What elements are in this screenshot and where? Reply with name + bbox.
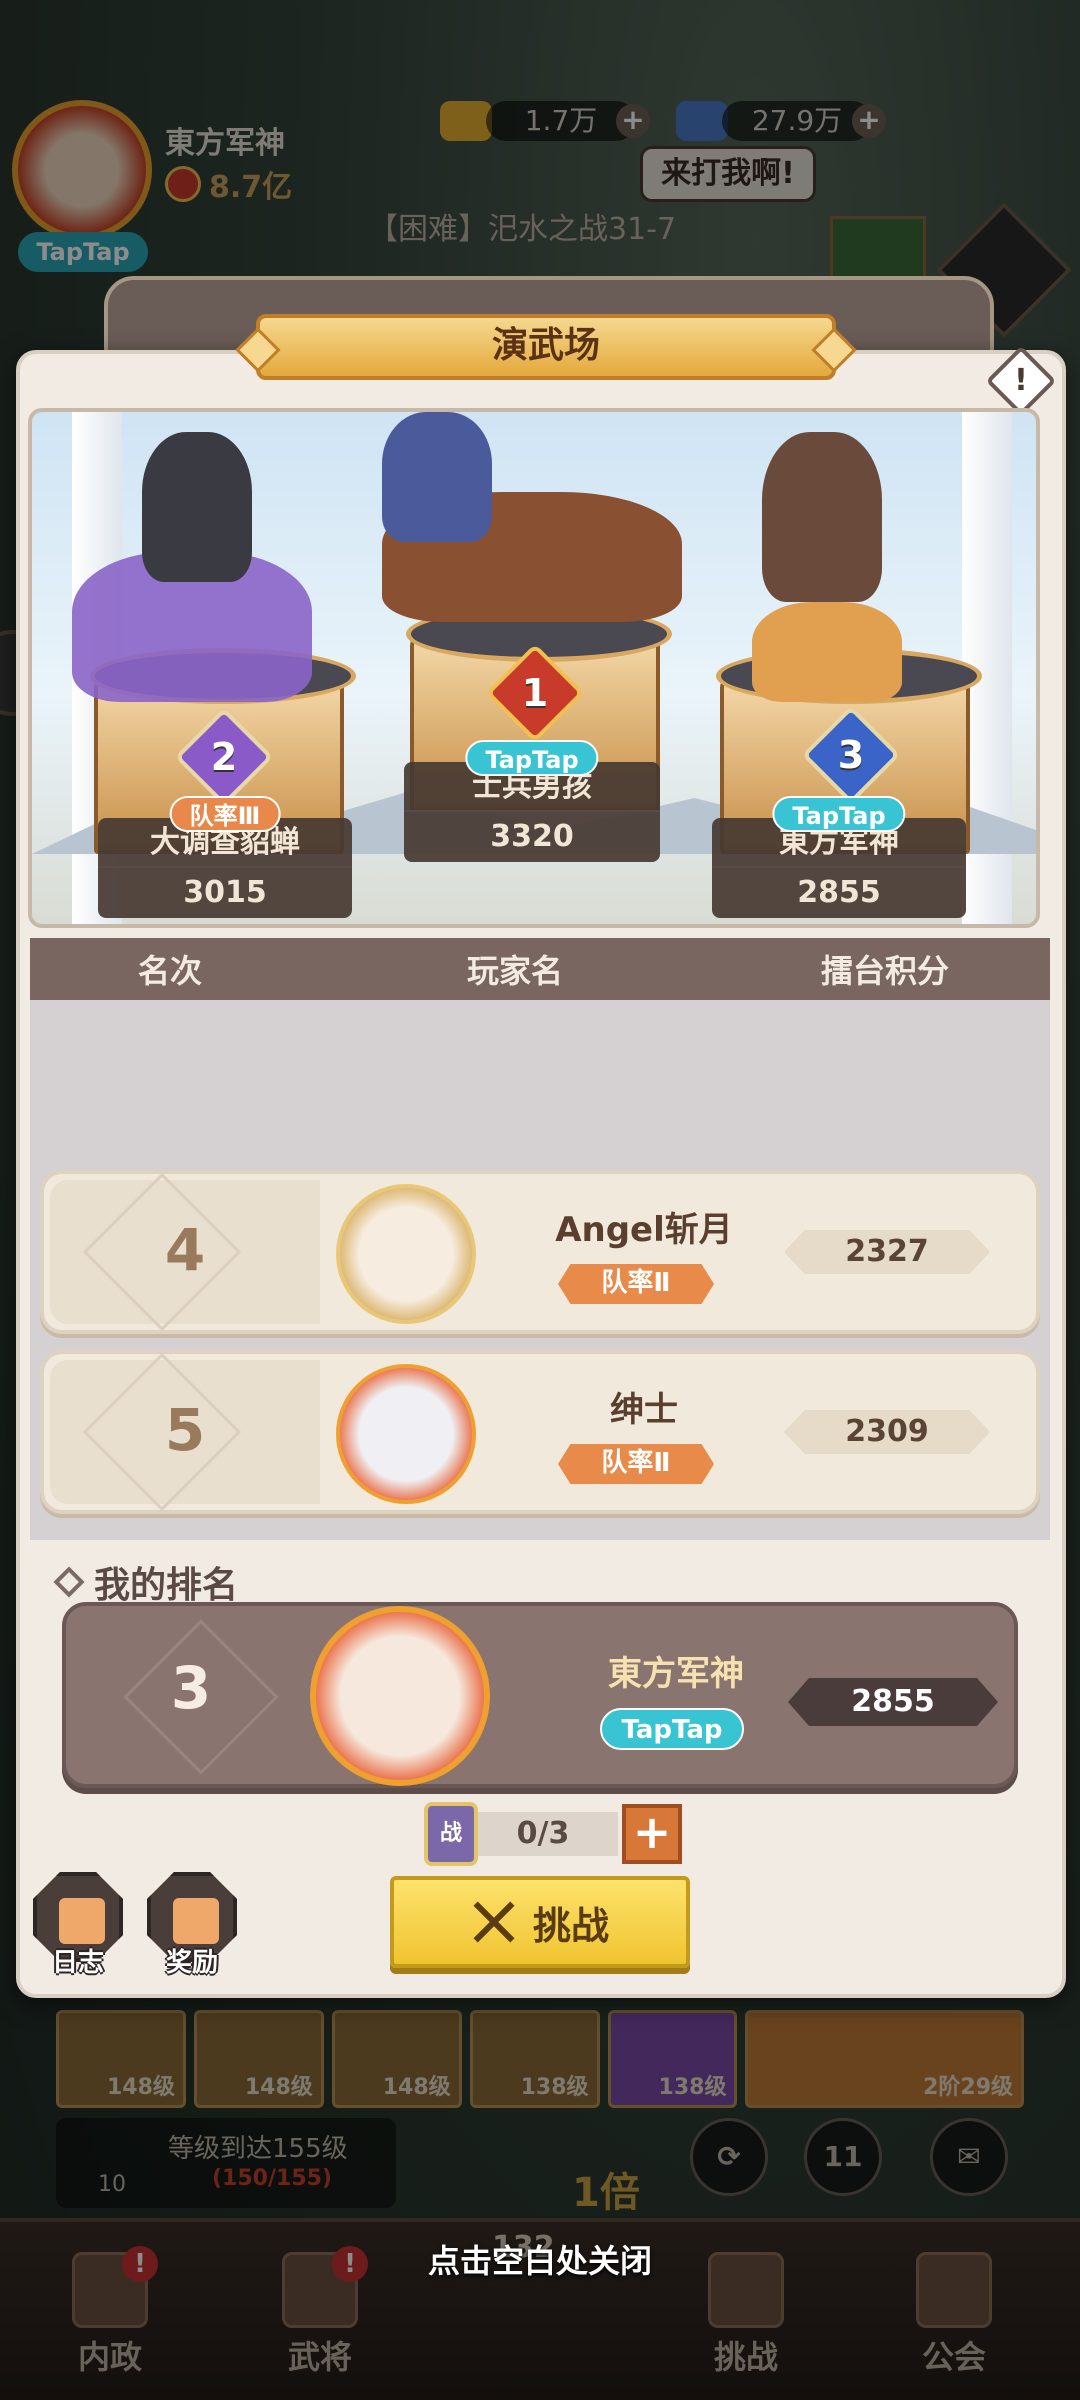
header-rank: 名次 bbox=[137, 952, 202, 990]
ranking-table-header: 名次 玩家名 擂台积分 bbox=[30, 938, 1050, 1000]
hamster-mount-sprite bbox=[752, 602, 902, 702]
podium-plate-3[interactable]: TapTap 東方军神 2855 bbox=[712, 796, 966, 918]
my-player-name: 東方军神 bbox=[608, 1654, 744, 1694]
row-player-name: 绅士 bbox=[610, 1390, 678, 1430]
row-rank: 4 bbox=[164, 1216, 206, 1284]
team-rank-tag: 队率Ⅱ bbox=[558, 1444, 714, 1484]
row-score: 2309 bbox=[784, 1410, 990, 1454]
hero-sprite bbox=[142, 432, 252, 582]
podium-plate-2[interactable]: 队率Ⅲ 大调查貂蝉 3015 bbox=[98, 796, 352, 918]
reward-button[interactable]: 奖励 bbox=[144, 1872, 240, 1979]
podium-score: 3015 bbox=[183, 875, 267, 910]
row-rank: 5 bbox=[164, 1396, 206, 1464]
team-rank-tag: 队率Ⅱ bbox=[558, 1264, 714, 1304]
podium-plate-1[interactable]: TapTap 士兵男孩 3320 bbox=[404, 740, 660, 862]
log-button[interactable]: 日志 bbox=[30, 1872, 126, 1979]
taptap-tag: TapTap bbox=[600, 1708, 744, 1750]
header-score: 擂台积分 bbox=[820, 952, 949, 990]
taptap-tag: TapTap bbox=[772, 796, 906, 832]
diamond-icon bbox=[53, 1566, 85, 1598]
battle-token-icon: 战 bbox=[424, 1802, 478, 1866]
player-avatar[interactable] bbox=[336, 1184, 476, 1324]
crossed-swords-icon bbox=[471, 1900, 515, 1944]
log-label: 日志 bbox=[51, 1948, 104, 1978]
row-player-name: Angel斩月 bbox=[555, 1210, 733, 1250]
dialog-title: 演武场 bbox=[256, 314, 836, 380]
close-hint: 点击空白处关闭 bbox=[427, 2242, 652, 2280]
attempt-count: 0/3 bbox=[468, 1812, 618, 1856]
team-rank-tag: 队率Ⅲ bbox=[169, 796, 281, 832]
ranking-row[interactable]: 5 绅士 队率Ⅱ 2309 bbox=[40, 1350, 1040, 1514]
my-rank-number: 3 bbox=[170, 1654, 212, 1722]
hero-sprite bbox=[762, 432, 882, 602]
challenge-attempts: 战 0/3 + bbox=[424, 1802, 682, 1866]
header-player: 玩家名 bbox=[466, 952, 563, 990]
my-avatar[interactable] bbox=[310, 1606, 490, 1786]
ranking-row[interactable]: 4 Angel斩月 队率Ⅱ 2327 bbox=[40, 1170, 1040, 1334]
row-score: 2327 bbox=[784, 1230, 990, 1274]
info-icon: ! bbox=[1014, 363, 1028, 398]
taptap-tag: TapTap bbox=[465, 740, 599, 776]
my-score: 2855 bbox=[788, 1678, 998, 1726]
buy-attempt-button[interactable]: + bbox=[622, 1804, 682, 1864]
hero-sprite bbox=[382, 412, 492, 542]
challenge-button[interactable]: 挑战 bbox=[390, 1876, 690, 1968]
player-avatar[interactable] bbox=[336, 1364, 476, 1504]
podium-score: 2855 bbox=[797, 875, 881, 910]
reward-label: 奖励 bbox=[165, 1948, 218, 1978]
my-rank-section-title: 我的排名 bbox=[53, 1556, 238, 1608]
podium-score: 3320 bbox=[490, 819, 574, 854]
challenge-label: 挑战 bbox=[532, 1903, 609, 1948]
my-rank-card[interactable]: 3 東方军神 TapTap 2855 bbox=[62, 1602, 1018, 1788]
